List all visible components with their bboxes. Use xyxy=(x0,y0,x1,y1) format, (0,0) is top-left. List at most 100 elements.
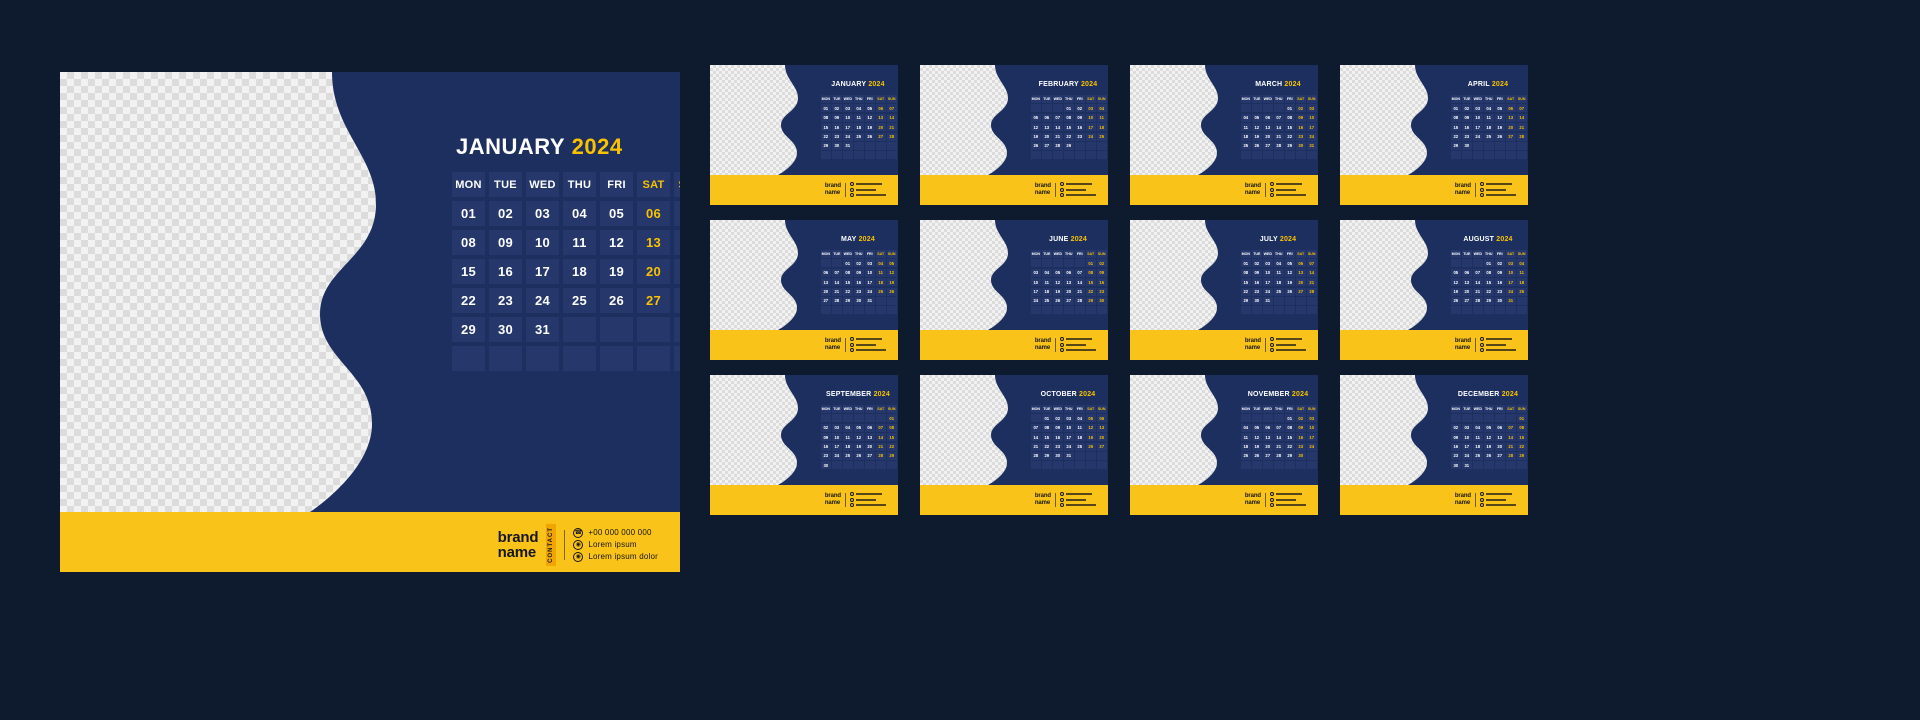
date-cell[interactable]: 18 xyxy=(1472,442,1483,451)
date-cell[interactable]: 26 xyxy=(1451,296,1461,305)
date-cell[interactable]: 10 xyxy=(1031,278,1041,287)
date-cell[interactable]: 16 xyxy=(1052,433,1063,442)
date-cell[interactable]: 05 xyxy=(1494,104,1505,113)
date-cell[interactable]: 27 xyxy=(1096,442,1107,451)
date-cell[interactable]: 25 xyxy=(1041,296,1052,305)
date-cell[interactable]: 15 xyxy=(1085,278,1096,287)
date-cell[interactable]: 26 xyxy=(886,287,897,296)
date-cell[interactable]: 17 xyxy=(1031,287,1041,296)
date-cell[interactable]: 14 xyxy=(1273,123,1284,132)
date-cell[interactable]: 08 xyxy=(1516,423,1527,432)
date-cell[interactable]: 16 xyxy=(1251,278,1262,287)
date-cell[interactable]: 10 xyxy=(864,268,875,277)
date-cell[interactable]: 30 xyxy=(1295,451,1306,460)
date-cell[interactable]: 12 xyxy=(1451,278,1461,287)
date-cell[interactable]: 31 xyxy=(842,141,853,150)
date-cell[interactable]: 05 xyxy=(1451,268,1461,277)
date-cell[interactable]: 27 xyxy=(1063,296,1074,305)
date-cell[interactable]: 03 xyxy=(1472,104,1483,113)
date-cell[interactable]: 26 xyxy=(1494,132,1505,141)
month-thumbnail-august[interactable]: AUGUST 2024 MON TUE WED THU FRI SAT SUN 01 02 03 04… xyxy=(1340,220,1528,360)
date-cell[interactable]: 14 xyxy=(1516,113,1527,122)
date-cell[interactable]: 14 xyxy=(1306,268,1317,277)
date-cell[interactable]: 07 xyxy=(1505,423,1516,432)
date-cell[interactable]: 19 xyxy=(1284,278,1295,287)
date-cell[interactable]: 21 xyxy=(1052,132,1063,141)
date-cell[interactable]: 18 xyxy=(1241,442,1251,451)
date-cell[interactable]: 16 xyxy=(821,442,831,451)
month-thumbnail-december[interactable]: DECEMBER 2024 MON TUE WED THU FRI SAT SUN 01 02 03… xyxy=(1340,375,1528,515)
date-cell[interactable]: 09 xyxy=(1074,113,1085,122)
date-cell[interactable]: 07 xyxy=(886,104,897,113)
date-cell[interactable]: 25 xyxy=(1483,132,1494,141)
thumb-date-grid[interactable]: MON TUE WED THU FRI SAT SUN 01 02 03 04 05 06 07 08 09 1… xyxy=(1241,405,1317,470)
date-cell[interactable]: 01 xyxy=(1284,414,1295,423)
date-cell[interactable]: 08 xyxy=(1483,268,1494,277)
date-cell[interactable]: 10 xyxy=(1505,268,1516,277)
date-cell[interactable]: 24 xyxy=(1085,132,1096,141)
date-cell[interactable]: 07 xyxy=(1516,104,1527,113)
date-cell[interactable]: 04 xyxy=(1241,113,1251,122)
date-cell[interactable]: 11 xyxy=(1241,123,1251,132)
date-cell[interactable]: 02 xyxy=(821,423,831,432)
date-cell[interactable]: 13 xyxy=(1262,123,1273,132)
date-cell[interactable]: 29 xyxy=(1451,141,1461,150)
date-cell[interactable]: 29 xyxy=(1516,451,1527,460)
date-cell[interactable]: 14 xyxy=(1031,433,1041,442)
date-cell[interactable]: 11 xyxy=(875,268,886,277)
date-cell[interactable]: 24 xyxy=(1306,132,1317,141)
date-cell[interactable]: 12 xyxy=(1085,423,1096,432)
date-cell[interactable]: 16 xyxy=(1494,278,1505,287)
date-cell[interactable]: 30 xyxy=(831,141,842,150)
date-cell[interactable]: 10 xyxy=(1472,113,1483,122)
date-cell[interactable]: 27 xyxy=(1262,451,1273,460)
date-cell[interactable]: 19 xyxy=(1085,433,1096,442)
date-cell[interactable]: 05 xyxy=(886,259,897,268)
date-cell[interactable]: 28 xyxy=(1031,451,1041,460)
date-cell[interactable]: 27 xyxy=(1041,141,1052,150)
date-cell[interactable]: 06 xyxy=(821,268,831,277)
date-cell[interactable]: 19 xyxy=(1251,132,1262,141)
date-cell[interactable]: 25 xyxy=(1241,141,1251,150)
date-cell[interactable]: 27 xyxy=(875,132,886,141)
date-cell[interactable]: 04 xyxy=(1041,268,1052,277)
date-cell[interactable]: 22 xyxy=(1516,442,1527,451)
date-cell[interactable]: 20 xyxy=(1262,442,1273,451)
date-cell[interactable]: 30 xyxy=(489,317,522,342)
date-cell[interactable]: 15 xyxy=(1284,433,1295,442)
date-cell[interactable]: 05 xyxy=(864,104,875,113)
date-cell[interactable]: 07 xyxy=(1074,268,1085,277)
date-cell[interactable]: 30 xyxy=(853,296,864,305)
date-cell[interactable]: 26 xyxy=(1483,451,1494,460)
date-cell[interactable]: 02 xyxy=(1461,104,1472,113)
date-cell[interactable]: 28 xyxy=(1074,296,1085,305)
date-cell[interactable]: 13 xyxy=(637,230,670,255)
date-cell[interactable]: 30 xyxy=(1251,296,1262,305)
date-cell[interactable]: 01 xyxy=(821,104,831,113)
date-cell[interactable]: 27 xyxy=(1262,141,1273,150)
date-cell[interactable]: 04 xyxy=(1074,414,1085,423)
date-cell[interactable]: 19 xyxy=(600,259,633,284)
date-cell[interactable]: 03 xyxy=(831,423,842,432)
thumb-date-grid[interactable]: MON TUE WED THU FRI SAT SUN 01 02 03 04 05 06 07 08 09 1… xyxy=(1451,95,1527,160)
date-cell[interactable]: 05 xyxy=(853,423,864,432)
date-cell[interactable]: 22 xyxy=(1483,287,1494,296)
date-cell[interactable]: 22 xyxy=(452,288,485,313)
date-cell[interactable]: 09 xyxy=(821,433,831,442)
date-cell[interactable]: 15 xyxy=(452,259,485,284)
date-cell[interactable]: 19 xyxy=(1052,287,1063,296)
date-cell[interactable]: 04 xyxy=(853,104,864,113)
date-cell[interactable]: 26 xyxy=(853,451,864,460)
date-cell[interactable]: 17 xyxy=(1306,433,1317,442)
date-cell[interactable]: 28 xyxy=(1516,132,1527,141)
date-cell[interactable]: 04 xyxy=(1273,259,1284,268)
date-cell[interactable]: 06 xyxy=(1505,104,1516,113)
date-cell[interactable]: 02 xyxy=(489,201,522,226)
date-cell[interactable]: 19 xyxy=(1494,123,1505,132)
thumb-date-grid[interactable]: MON TUE WED THU FRI SAT SUN 01 02 03 04 05 06 07 08 09 1… xyxy=(1031,405,1107,470)
date-cell[interactable]: 18 xyxy=(1041,287,1052,296)
date-cell[interactable]: 08 xyxy=(842,268,853,277)
date-cell[interactable]: 17 xyxy=(1505,278,1516,287)
date-cell[interactable]: 16 xyxy=(831,123,842,132)
date-cell[interactable]: 14 xyxy=(1472,278,1483,287)
